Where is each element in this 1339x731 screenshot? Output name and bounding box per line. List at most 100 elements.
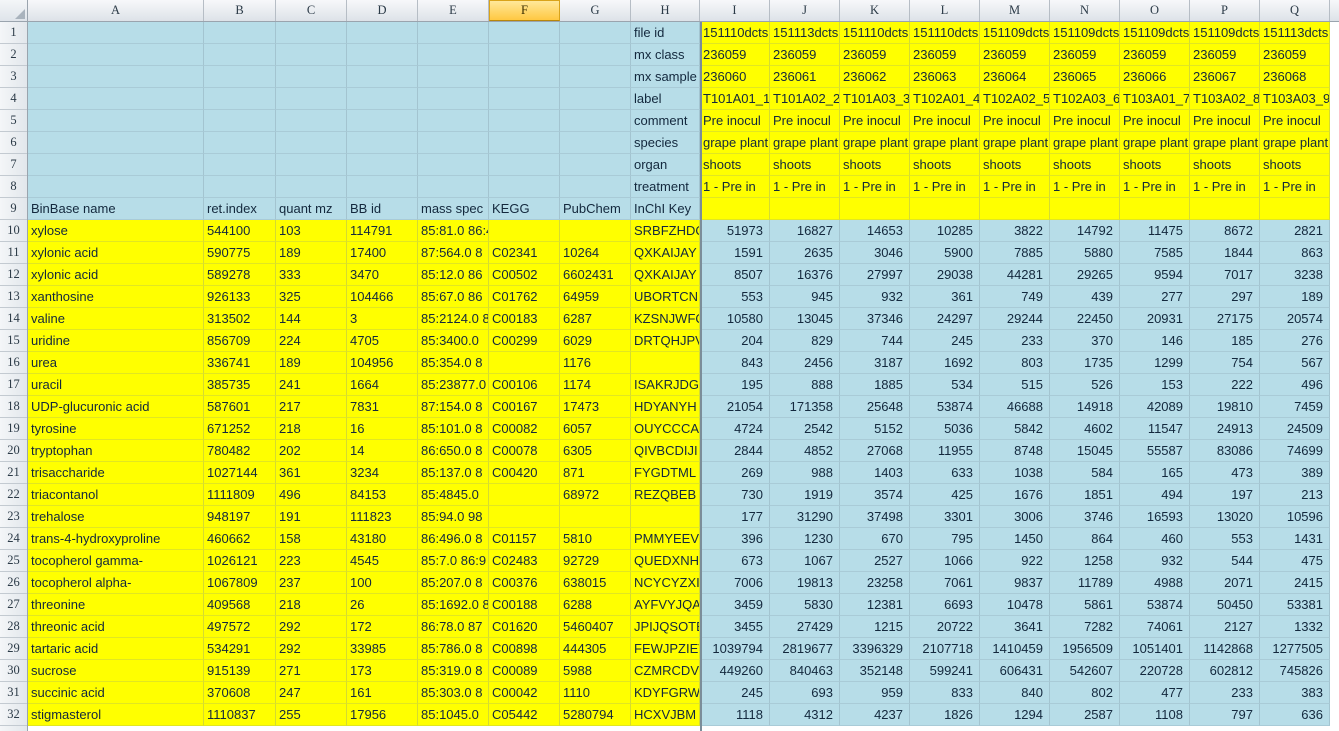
ret-index[interactable]: 780482 — [204, 440, 276, 462]
empty-cell[interactable] — [418, 110, 489, 132]
intensity-m[interactable]: 29244 — [980, 308, 1050, 330]
empty-cell[interactable] — [276, 154, 347, 176]
mass-spec[interactable]: 85:94.0 98 — [418, 506, 489, 528]
metadata-value-comment-p[interactable]: Pre inocul — [1190, 110, 1260, 132]
row-header-12[interactable]: 12 — [0, 264, 27, 286]
intensity-i[interactable]: 843 — [700, 352, 770, 374]
empty-cell[interactable] — [28, 22, 204, 44]
metadata-value-file-id-p[interactable]: 151109dcts — [1190, 22, 1260, 44]
intensity-k[interactable]: 2527 — [840, 550, 910, 572]
ret-index[interactable]: 409568 — [204, 594, 276, 616]
intensity-q[interactable]: 567 — [1260, 352, 1330, 374]
intensity-j[interactable]: 988 — [770, 462, 840, 484]
column-title-row[interactable]: BinBase name ret.index quant mz BB id mass s… — [28, 198, 1339, 220]
ret-index[interactable]: 856709 — [204, 330, 276, 352]
intensity-m[interactable]: 3641 — [980, 616, 1050, 638]
intensity-k[interactable]: 37498 — [840, 506, 910, 528]
intensity-n[interactable]: 29265 — [1050, 264, 1120, 286]
empty-cell[interactable] — [1190, 198, 1260, 220]
intensity-m[interactable]: 803 — [980, 352, 1050, 374]
intensity-m[interactable]: 10478 — [980, 594, 1050, 616]
mass-spec[interactable]: 85:1045.0 — [418, 704, 489, 726]
intensity-o[interactable]: 932 — [1120, 550, 1190, 572]
intensity-l[interactable]: 7061 — [910, 572, 980, 594]
metadata-value-comment-k[interactable]: Pre inocul — [840, 110, 910, 132]
ret-index[interactable]: 948197 — [204, 506, 276, 528]
metadata-value-mx-sample-n[interactable]: 236065 — [1050, 66, 1120, 88]
row-header-5[interactable]: 5 — [0, 110, 27, 132]
empty-cell[interactable] — [560, 176, 631, 198]
intensity-o[interactable]: 16593 — [1120, 506, 1190, 528]
bb-id[interactable]: 14 — [347, 440, 418, 462]
metadata-value-file-id-m[interactable]: 151109dcts — [980, 22, 1050, 44]
metadata-value-organ-o[interactable]: shoots — [1120, 154, 1190, 176]
binbase-name[interactable]: tartaric acid — [28, 638, 204, 660]
intensity-j[interactable]: 13045 — [770, 308, 840, 330]
intensity-q[interactable]: 383 — [1260, 682, 1330, 704]
metadata-value-treatment-p[interactable]: 1 - Pre in — [1190, 176, 1260, 198]
intensity-o[interactable]: 477 — [1120, 682, 1190, 704]
row-header-28[interactable]: 28 — [0, 616, 27, 638]
mass-spec[interactable]: 85:1692.0 8 — [418, 594, 489, 616]
metadata-value-treatment-l[interactable]: 1 - Pre in — [910, 176, 980, 198]
bb-id[interactable]: 3 — [347, 308, 418, 330]
empty-cell[interactable] — [347, 132, 418, 154]
column-header-k[interactable]: K — [840, 0, 910, 21]
empty-cell[interactable] — [489, 44, 560, 66]
row-header-23[interactable]: 23 — [0, 506, 27, 528]
intensity-q[interactable]: 2415 — [1260, 572, 1330, 594]
table-row[interactable]: UDP-glucuronic acid 587601 217 7831 87:154.0… — [28, 396, 1339, 418]
select-all-button[interactable] — [0, 0, 28, 22]
row-header-31[interactable]: 31 — [0, 682, 27, 704]
metadata-value-treatment-i[interactable]: 1 - Pre in — [700, 176, 770, 198]
metadata-value-label-i[interactable]: T101A01_1 — [700, 88, 770, 110]
bb-id[interactable]: 111823 — [347, 506, 418, 528]
intensity-m[interactable]: 7885 — [980, 242, 1050, 264]
bb-id[interactable]: 4705 — [347, 330, 418, 352]
intensity-j[interactable]: 1919 — [770, 484, 840, 506]
inchi-key[interactable]: HDYANYH — [631, 396, 700, 418]
intensity-i[interactable]: 51973 — [700, 220, 770, 242]
kegg-id[interactable]: C01157 — [489, 528, 560, 550]
inchi-key[interactable]: QXKAIJAY — [631, 264, 700, 286]
intensity-q[interactable]: 7459 — [1260, 396, 1330, 418]
quant-mz[interactable]: 241 — [276, 374, 347, 396]
empty-cell[interactable] — [560, 132, 631, 154]
metadata-value-mx-class-l[interactable]: 236059 — [910, 44, 980, 66]
intensity-i[interactable]: 673 — [700, 550, 770, 572]
empty-cell[interactable] — [418, 22, 489, 44]
column-header-n[interactable]: N — [1050, 0, 1120, 21]
intensity-n[interactable]: 439 — [1050, 286, 1120, 308]
empty-cell[interactable] — [418, 176, 489, 198]
pubchem-id[interactable]: 871 — [560, 462, 631, 484]
intensity-o[interactable]: 494 — [1120, 484, 1190, 506]
empty-cell[interactable] — [347, 88, 418, 110]
metadata-value-species-m[interactable]: grape plant — [980, 132, 1050, 154]
intensity-p[interactable]: 13020 — [1190, 506, 1260, 528]
metadata-label-species[interactable]: species — [631, 132, 700, 154]
intensity-i[interactable]: 4724 — [700, 418, 770, 440]
metadata-value-comment-l[interactable]: Pre inocul — [910, 110, 980, 132]
table-row[interactable]: mx sample 236060 236061 236062 236063 236064 2… — [28, 66, 1339, 88]
quant-mz[interactable]: 292 — [276, 638, 347, 660]
pubchem-id[interactable]: 17473 — [560, 396, 631, 418]
intensity-i[interactable]: 396 — [700, 528, 770, 550]
intensity-j[interactable]: 2635 — [770, 242, 840, 264]
pubchem-id[interactable]: 68972 — [560, 484, 631, 506]
intensity-m[interactable]: 3006 — [980, 506, 1050, 528]
column-header-q[interactable]: Q — [1260, 0, 1330, 21]
column-title-a[interactable]: BinBase name — [28, 198, 204, 220]
intensity-m[interactable]: 3822 — [980, 220, 1050, 242]
table-row[interactable]: tocopherol gamma- 1026121 223 4545 85:7.0 86… — [28, 550, 1339, 572]
empty-cell[interactable] — [489, 110, 560, 132]
row-header-26[interactable]: 26 — [0, 572, 27, 594]
intensity-p[interactable]: 50450 — [1190, 594, 1260, 616]
intensity-i[interactable]: 3455 — [700, 616, 770, 638]
empty-cell[interactable] — [560, 44, 631, 66]
quant-mz[interactable]: 271 — [276, 660, 347, 682]
metadata-label-organ[interactable]: organ — [631, 154, 700, 176]
metadata-value-mx-class-j[interactable]: 236059 — [770, 44, 840, 66]
intensity-q[interactable]: 745826 — [1260, 660, 1330, 682]
intensity-m[interactable]: 1450 — [980, 528, 1050, 550]
metadata-value-file-id-k[interactable]: 151110dcts — [840, 22, 910, 44]
